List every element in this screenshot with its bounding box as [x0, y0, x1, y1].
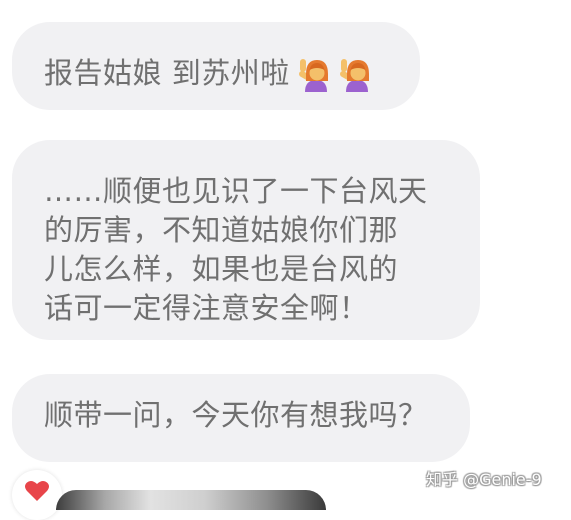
- message-text: 顺带一问，今天你有想我吗？: [44, 398, 428, 432]
- image-attachment-preview[interactable]: [56, 490, 326, 510]
- person-raising-hand-emoji-1: [297, 54, 331, 92]
- watermark: 知乎 @Genie-9: [426, 470, 542, 489]
- message-bubble-3: 顺带一问，今天你有想我吗？: [12, 374, 470, 462]
- heart-icon: [25, 481, 49, 501]
- message-text: ……顺便也见识了一下台风天 的厉害，不知道姑娘你们那 儿怎么样，如果也是台风的 …: [44, 174, 428, 325]
- like-button[interactable]: [12, 470, 62, 520]
- message-bubble-1: 报告姑娘 到苏州啦: [12, 22, 420, 110]
- person-raising-hand-emoji-2: [338, 54, 372, 92]
- message-bubble-2: ……顺便也见识了一下台风天 的厉害，不知道姑娘你们那 儿怎么样，如果也是台风的 …: [12, 140, 480, 340]
- message-text: 报告姑娘 到苏州啦: [44, 55, 290, 90]
